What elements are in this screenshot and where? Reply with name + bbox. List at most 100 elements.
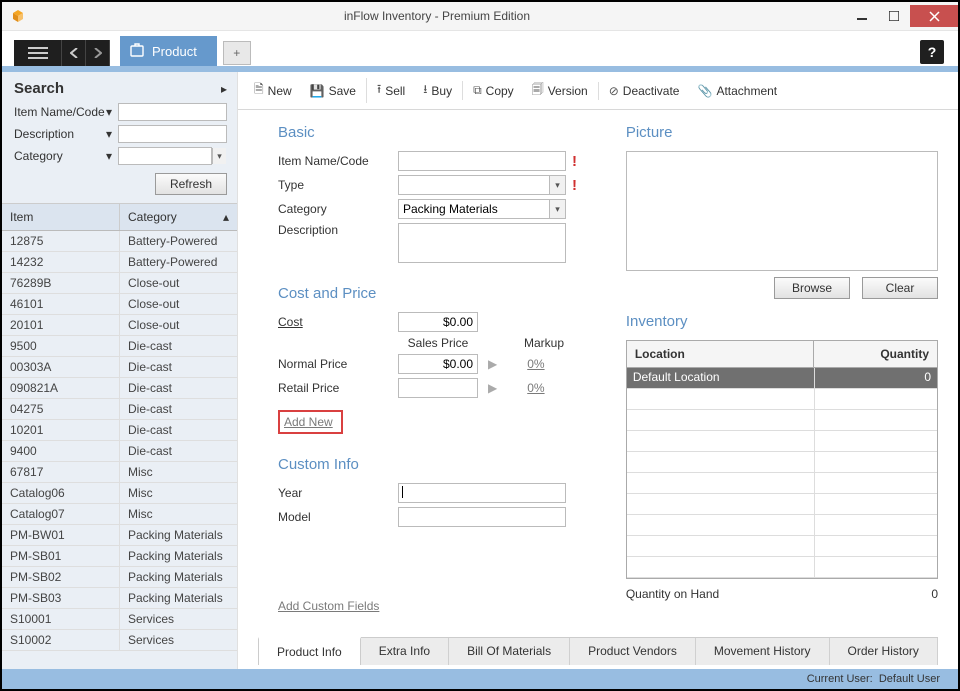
search-name-dd-icon[interactable]: ▾ — [106, 105, 112, 119]
normal-price-input[interactable] — [398, 354, 478, 374]
close-button[interactable] — [910, 5, 958, 27]
inventory-row[interactable] — [627, 431, 937, 452]
inventory-row[interactable]: Default Location 0 — [627, 368, 937, 389]
minimize-button[interactable] — [846, 5, 878, 27]
tab-extra-info[interactable]: Extra Info — [361, 638, 449, 665]
inventory-header-location[interactable]: Location — [627, 341, 815, 367]
cost-input[interactable] — [398, 312, 478, 332]
table-row[interactable]: Catalog07Misc — [2, 504, 237, 525]
table-row[interactable]: PM-SB01Packing Materials — [2, 546, 237, 567]
help-button[interactable]: ? — [920, 40, 944, 64]
table-row[interactable]: 14232Battery-Powered — [2, 252, 237, 273]
tab-vendors[interactable]: Product Vendors — [570, 638, 696, 665]
apply-icon[interactable]: ▶ — [488, 357, 497, 371]
table-row[interactable]: 20101Close-out — [2, 315, 237, 336]
table-row[interactable]: Catalog06Misc — [2, 483, 237, 504]
menu-button[interactable] — [14, 40, 62, 66]
refresh-button[interactable]: Refresh — [155, 173, 227, 195]
buy-button[interactable]: ⭳Buy — [415, 78, 460, 103]
add-custom-fields-link[interactable]: Add Custom Fields — [278, 599, 379, 613]
content-area: 🗎New 💾Save ⭱Sell ⭳Buy ⧉Copy 🗐Version ⊘De… — [238, 72, 958, 669]
table-row[interactable]: 00303ADie-cast — [2, 357, 237, 378]
type-combo[interactable] — [398, 175, 566, 195]
chevron-down-icon[interactable]: ▾ — [549, 176, 565, 194]
markup-header: Markup — [524, 336, 564, 350]
table-row[interactable]: 67817Misc — [2, 462, 237, 483]
year-label: Year — [278, 486, 398, 500]
collapse-sidebar-icon[interactable]: ▸ — [221, 82, 227, 96]
version-button[interactable]: 🗐Version — [524, 78, 596, 103]
table-row[interactable]: 12875Battery-Powered — [2, 231, 237, 252]
tab-add-button[interactable]: + — [223, 41, 251, 65]
table-row[interactable]: S10001Services — [2, 609, 237, 630]
table-row[interactable]: 04275Die-cast — [2, 399, 237, 420]
search-name-input[interactable] — [118, 103, 227, 121]
sidebar: Search ▸ Item Name/Code ▾ Description ▾ … — [2, 72, 238, 669]
table-row[interactable]: 10201Die-cast — [2, 420, 237, 441]
sell-button[interactable]: ⭱Sell — [366, 78, 413, 103]
inventory-header-quantity[interactable]: Quantity — [814, 341, 937, 367]
action-toolbar: 🗎New 💾Save ⭱Sell ⭳Buy ⧉Copy 🗐Version ⊘De… — [238, 72, 958, 110]
year-input[interactable] — [398, 483, 566, 503]
copy-button[interactable]: ⧉Copy — [462, 81, 522, 100]
table-row[interactable]: 76289BClose-out — [2, 273, 237, 294]
search-desc-dd-icon[interactable]: ▾ — [106, 127, 112, 141]
inventory-row[interactable] — [627, 410, 937, 431]
tab-movement[interactable]: Movement History — [696, 638, 830, 665]
inventory-row[interactable] — [627, 515, 937, 536]
required-icon: ! — [572, 153, 577, 170]
chevron-down-icon[interactable]: ▾ — [212, 148, 226, 164]
normal-markup[interactable]: 0% — [527, 357, 544, 371]
tab-product[interactable]: Product — [120, 36, 217, 66]
browse-button[interactable]: Browse — [774, 277, 850, 299]
qoh-label: Quantity on Hand — [626, 587, 719, 601]
deactivate-button[interactable]: ⊘Deactivate — [598, 82, 688, 100]
model-label: Model — [278, 510, 398, 524]
chevron-down-icon[interactable]: ▾ — [549, 200, 565, 218]
description-input[interactable] — [398, 223, 566, 263]
picture-box — [626, 151, 938, 271]
retail-price-input[interactable] — [398, 378, 478, 398]
grid-header-category[interactable]: Category▴ — [120, 204, 237, 230]
item-name-input[interactable] — [398, 151, 566, 171]
window-title: inFlow Inventory - Premium Edition — [28, 9, 846, 23]
tab-product-info[interactable]: Product Info — [258, 637, 361, 665]
save-button[interactable]: 💾Save — [302, 82, 364, 100]
nav-forward-button[interactable] — [86, 40, 110, 66]
apply-icon[interactable]: ▶ — [488, 381, 497, 395]
tab-bom[interactable]: Bill Of Materials — [449, 638, 570, 665]
table-row[interactable]: 46101Close-out — [2, 294, 237, 315]
item-name-label: Item Name/Code — [278, 154, 398, 168]
retail-markup[interactable]: 0% — [527, 381, 544, 395]
grid-header-item[interactable]: Item — [2, 204, 120, 230]
inventory-row[interactable] — [627, 473, 937, 494]
table-row[interactable]: PM-SB02Packing Materials — [2, 567, 237, 588]
nav-back-button[interactable] — [62, 40, 86, 66]
nav-cluster — [14, 40, 110, 66]
inventory-row[interactable] — [627, 452, 937, 473]
product-icon — [130, 43, 144, 60]
maximize-button[interactable] — [878, 5, 910, 27]
search-desc-input[interactable] — [118, 125, 227, 143]
add-new-link[interactable]: Add New — [284, 415, 333, 429]
cost-label[interactable]: Cost — [278, 315, 398, 329]
search-cat-combo[interactable] — [118, 147, 212, 165]
table-row[interactable]: PM-SB03Packing Materials — [2, 588, 237, 609]
table-row[interactable]: 090821ADie-cast — [2, 378, 237, 399]
clear-button[interactable]: Clear — [862, 277, 938, 299]
inventory-row[interactable] — [627, 557, 937, 578]
model-input[interactable] — [398, 507, 566, 527]
version-icon: 🗐 — [532, 80, 544, 101]
attachment-button[interactable]: 📎Attachment — [689, 82, 785, 100]
table-row[interactable]: 9400Die-cast — [2, 441, 237, 462]
table-row[interactable]: S10002Services — [2, 630, 237, 651]
tab-order-history[interactable]: Order History — [830, 638, 938, 665]
table-row[interactable]: 9500Die-cast — [2, 336, 237, 357]
new-button[interactable]: 🗎New — [246, 78, 300, 103]
table-row[interactable]: PM-BW01Packing Materials — [2, 525, 237, 546]
category-combo[interactable] — [398, 199, 566, 219]
inventory-row[interactable] — [627, 389, 937, 410]
inventory-row[interactable] — [627, 494, 937, 515]
search-cat-dd-icon[interactable]: ▾ — [106, 149, 112, 163]
inventory-row[interactable] — [627, 536, 937, 557]
